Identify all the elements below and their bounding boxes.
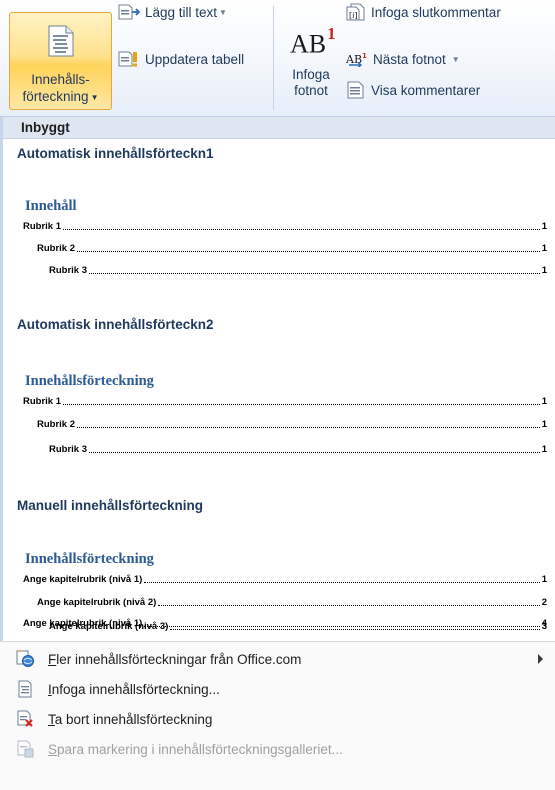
insert-endnote-label: Infoga slutkommentar [371, 4, 501, 20]
more-tocs-from-office-menu-item[interactable]: Fler innehållsförteckningar från Office.… [0, 645, 555, 673]
add-text-icon [118, 4, 140, 20]
toc-preview-entry: Rubrik 11 [23, 221, 547, 232]
toc-button-label-2: förteckning [22, 89, 89, 104]
more-tocs-label: ler innehållsförteckningar från Office.c… [56, 651, 302, 667]
chevron-down-icon: ▼ [219, 7, 227, 17]
toc-preview-entry: Ange kapitelrubrik (nivå 2) 2 [37, 597, 547, 608]
show-comments-icon [347, 81, 364, 99]
insert-footnote-button[interactable]: AB1 Infoga fotnot [282, 14, 340, 110]
save-selection-label: para markering i innehållsförteckningsga… [57, 741, 343, 757]
next-footnote-button[interactable]: AB 1 Nästa fotnot ▼ [346, 48, 460, 70]
insert-footnote-label-1: Infoga [292, 67, 330, 82]
gallery-item-title: Automatisk innehållsförteckn1 [17, 146, 214, 161]
remove-toc-icon [17, 710, 33, 727]
add-text-button[interactable]: Lägg till text ▼ [118, 1, 227, 23]
toc-preview-heading: Innehåll [25, 198, 77, 214]
builtin-section-header: Inbyggt [3, 117, 555, 139]
references-ribbon: Innehålls- förteckning ▼ Lägg till text ▼ … [0, 0, 555, 117]
toc-preview-entry: Rubrik 31 [49, 444, 547, 455]
remove-toc-menu-item[interactable]: Ta bort innehållsförteckning [0, 705, 555, 733]
show-comments-label: Visa kommentarer [371, 82, 481, 98]
insert-toc-label: nfoga innehållsförteckning... [51, 681, 220, 697]
toc-gallery: Inbyggt Automatisk innehållsförteckn1 In… [0, 117, 555, 641]
toc-preview-entry: Rubrik 31 [49, 265, 547, 276]
toc-button-label-1: Innehålls- [31, 72, 90, 87]
next-footnote-icon: AB 1 [346, 52, 367, 67]
toc-preview-heading: Innehållsförteckning [25, 551, 154, 567]
toc-preview-heading: Innehållsförteckning [25, 373, 154, 389]
update-table-icon [118, 51, 137, 67]
svg-text:[i]: [i] [349, 11, 357, 20]
toc-preview-entry: Rubrik 11 [23, 396, 547, 407]
dropdown-arrow-icon: ▼ [90, 93, 99, 102]
update-table-button[interactable]: Uppdatera tabell [118, 48, 244, 70]
insert-toc-menu-item[interactable]: Infoga innehållsförteckning... [0, 675, 555, 703]
insert-toc-icon [18, 680, 32, 698]
svg-text:1: 1 [362, 52, 367, 60]
toc-preview-entry: Rubrik 21 [37, 243, 547, 254]
show-comments-button[interactable]: Visa kommentarer [346, 79, 480, 101]
next-footnote-label: Nästa fotnot [373, 51, 446, 67]
toc-preview-entry: Ange kapitelrubrik (nivå 1) 1 [23, 574, 547, 585]
footnote-icon: AB1 [290, 24, 336, 59]
update-table-label: Uppdatera tabell [145, 51, 245, 67]
save-selection-to-gallery-menu-item[interactable]: Spara markering i innehållsförteckningsg… [0, 735, 555, 763]
remove-toc-label: a bort innehållsförteckning [54, 711, 213, 727]
submenu-arrow-icon [538, 654, 543, 664]
gallery-item-title: Manuell innehållsförteckning [17, 498, 204, 513]
toc-commands-menu: Fler innehållsförteckningar från Office.… [0, 641, 555, 790]
insert-endnote-button[interactable]: [i] Infoga slutkommentar [346, 1, 501, 23]
save-to-gallery-icon [17, 740, 34, 758]
toc-preview-entry: Rubrik 21 [37, 419, 547, 430]
add-text-label: Lägg till text [145, 4, 218, 20]
insert-footnote-label-2: fotnot [294, 83, 328, 98]
table-of-contents-button[interactable]: Innehålls- förteckning ▼ [9, 12, 112, 110]
table-of-contents-icon [48, 25, 74, 57]
ribbon-separator [273, 6, 274, 110]
chevron-down-icon: ▼ [451, 54, 460, 64]
gallery-item-title: Automatisk innehållsförteckn2 [17, 317, 214, 332]
office-online-icon [16, 650, 34, 667]
endnote-icon: [i] [346, 3, 365, 21]
toc-preview-entry: Ange kapitelrubrik (nivå 1) 4 [23, 618, 547, 629]
